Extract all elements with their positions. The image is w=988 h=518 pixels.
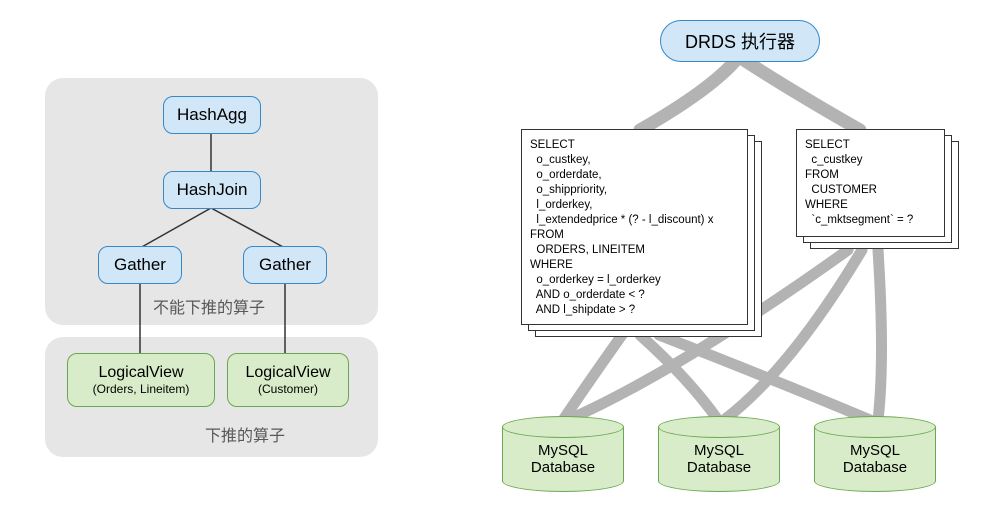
gather-node-right: Gather <box>243 246 327 284</box>
node-label: LogicalView <box>98 364 183 382</box>
drds-executor: DRDS 执行器 <box>660 20 820 62</box>
drds-label: DRDS 执行器 <box>685 32 795 52</box>
hashagg-node: HashAgg <box>163 96 261 134</box>
sql-text-2: SELECT c_custkeyFROM CUSTOMERWHERE `c_mk… <box>797 130 944 236</box>
node-label: LogicalView <box>245 364 330 382</box>
db-label: MySQLDatabase <box>658 442 780 476</box>
mysql-db-3: MySQLDatabase <box>814 416 936 492</box>
logicalview-customer: LogicalView (Customer) <box>227 353 349 407</box>
sql-card-1: SELECT o_custkey, o_orderdate, o_shippri… <box>521 129 748 325</box>
sql-card-2: SELECT c_custkeyFROM CUSTOMERWHERE `c_mk… <box>796 129 945 237</box>
pushdown-label: 下推的算子 <box>205 422 285 446</box>
mysql-db-1: MySQLDatabase <box>502 416 624 492</box>
mysql-db-2: MySQLDatabase <box>658 416 780 492</box>
node-label: HashAgg <box>177 105 247 125</box>
hashjoin-node: HashJoin <box>163 171 261 209</box>
non-pushdown-label: 不能下推的算子 <box>153 294 265 318</box>
db-label: MySQLDatabase <box>814 442 936 476</box>
sql-text-1: SELECT o_custkey, o_orderdate, o_shippri… <box>522 130 747 326</box>
node-label: Gather <box>259 255 311 275</box>
plan-tree-panel: HashAgg HashJoin Gather Gather LogicalVi… <box>45 78 378 478</box>
node-sublabel: (Orders, Lineitem) <box>93 382 190 396</box>
node-sublabel: (Customer) <box>258 382 318 396</box>
logicalview-orders-lineitem: LogicalView (Orders, Lineitem) <box>67 353 215 407</box>
db-label: MySQLDatabase <box>502 442 624 476</box>
node-label: HashJoin <box>177 180 248 200</box>
gather-node-left: Gather <box>98 246 182 284</box>
node-label: Gather <box>114 255 166 275</box>
